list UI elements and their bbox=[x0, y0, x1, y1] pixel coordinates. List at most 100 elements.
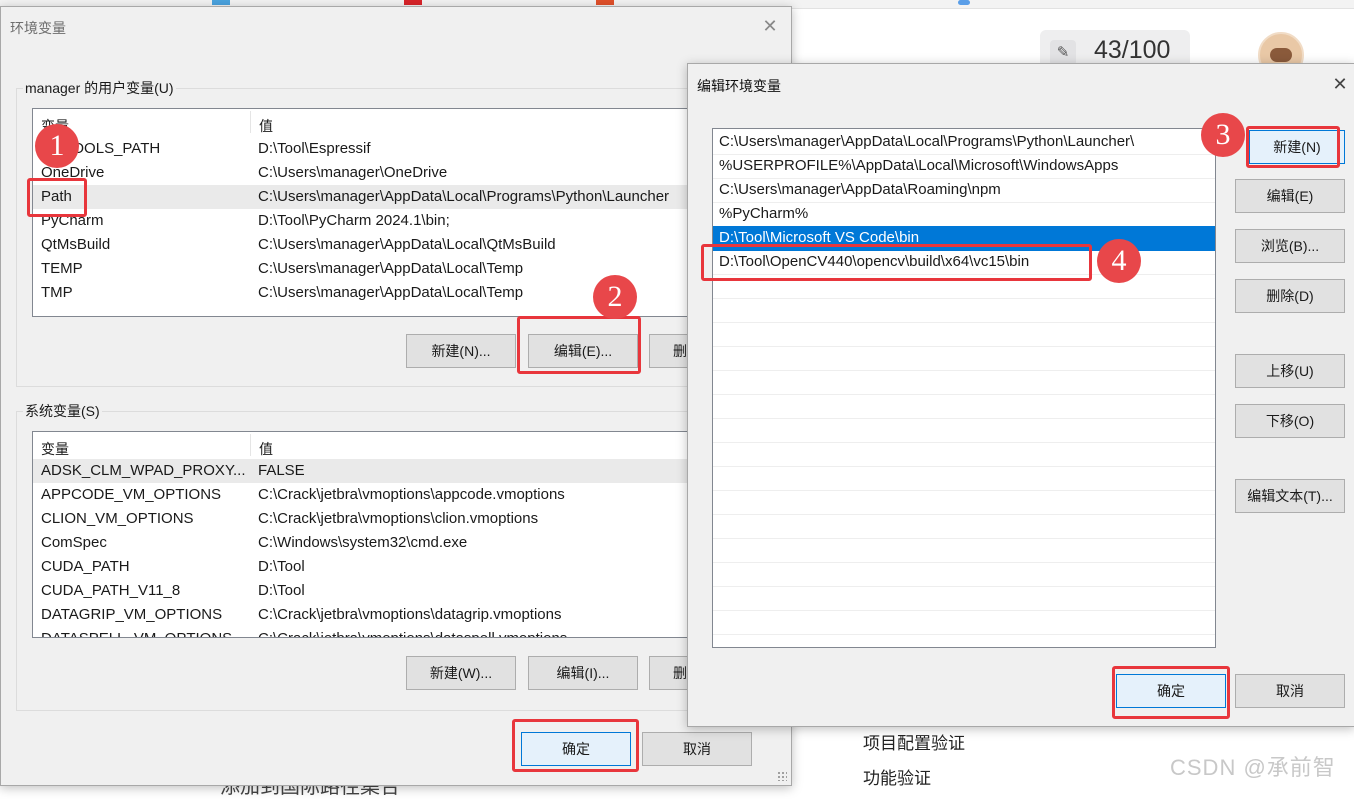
table-row[interactable]: ComSpec C:\Windows\system32\cmd.exe bbox=[33, 531, 733, 555]
watermark: CSDN @承前智 bbox=[1170, 755, 1336, 780]
variable-name: PyCharm bbox=[41, 212, 104, 229]
cancel-button[interactable]: 取消 bbox=[642, 732, 752, 766]
table-row[interactable]: ADSK_CLM_WPAD_PROXY... FALSE bbox=[33, 459, 733, 483]
column-header-value[interactable]: 值 bbox=[259, 439, 273, 459]
empty-row bbox=[713, 562, 1215, 587]
variable-value: C:\Users\manager\AppData\Local\Temp bbox=[258, 284, 524, 301]
variable-value: C:\Windows\system32\cmd.exe bbox=[258, 534, 468, 551]
tab-favicon[interactable] bbox=[404, 0, 422, 5]
variable-value: C:\Crack\jetbra\vmoptions\appcode.vmopti… bbox=[258, 486, 565, 503]
table-row[interactable]: APPCODE_VM_OPTIONS C:\Crack\jetbra\vmopt… bbox=[33, 483, 733, 507]
empty-row bbox=[713, 370, 1215, 395]
column-separator[interactable] bbox=[250, 434, 251, 456]
table-row[interactable]: DATASPELL_VM_OPTIONS C:\Crack\jetbra\vmo… bbox=[33, 627, 733, 637]
variable-name: Path bbox=[41, 188, 72, 205]
step-badge-3: 3 bbox=[1201, 113, 1245, 157]
step-badge-4: 4 bbox=[1097, 239, 1141, 283]
path-text: C:\Users\manager\AppData\Local\Programs\… bbox=[719, 133, 1135, 150]
empty-row bbox=[713, 490, 1215, 515]
empty-row bbox=[713, 418, 1215, 443]
edit-text-button[interactable]: 编辑文本(T)... bbox=[1235, 479, 1345, 513]
user-edit-button[interactable]: 编辑(E)... bbox=[528, 334, 638, 368]
step-badge-2: 2 bbox=[593, 275, 637, 319]
variable-value: D:\Tool bbox=[258, 558, 305, 575]
table-row[interactable]: PyCharm D:\Tool\PyCharm 2024.1\bin; bbox=[33, 209, 733, 233]
path-text: D:\Tool\Microsoft VS Code\bin bbox=[719, 229, 920, 246]
empty-row bbox=[713, 610, 1215, 635]
ok-button[interactable]: 确定 bbox=[1116, 674, 1226, 708]
system-edit-button[interactable]: 编辑(I)... bbox=[528, 656, 638, 690]
table-row[interactable]: CUDA_PATH D:\Tool bbox=[33, 555, 733, 579]
variable-name: QtMsBuild bbox=[41, 236, 111, 253]
variable-name: DATAGRIP_VM_OPTIONS bbox=[41, 606, 223, 623]
variable-value: C:\Crack\jetbra\vmoptions\dataspell.vmop… bbox=[258, 630, 567, 637]
table-row-path-selected[interactable]: Path C:\Users\manager\AppData\Local\Prog… bbox=[33, 185, 733, 209]
list-header: 变量 值 bbox=[33, 432, 733, 458]
window-title: 环境变量 bbox=[10, 20, 66, 36]
edit-path-button[interactable]: 编辑(E) bbox=[1235, 179, 1345, 213]
delete-path-button[interactable]: 删除(D) bbox=[1235, 279, 1345, 313]
variable-value: C:\Users\manager\AppData\Local\Temp bbox=[258, 260, 524, 277]
variable-name: ADSK_CLM_WPAD_PROXY... bbox=[41, 462, 246, 479]
resize-grip-icon[interactable] bbox=[777, 771, 787, 781]
user-variables-label: manager 的用户变量(U) bbox=[23, 78, 176, 98]
variable-name: CUDA_PATH bbox=[41, 558, 130, 575]
table-row[interactable]: OneDrive C:\Users\manager\OneDrive bbox=[33, 161, 733, 185]
system-variables-label: 系统变量(S) bbox=[23, 401, 102, 421]
variable-value: C:\Crack\jetbra\vmoptions\datagrip.vmopt… bbox=[258, 606, 562, 623]
variable-value: D:\Tool\PyCharm 2024.1\bin; bbox=[258, 212, 450, 229]
table-row[interactable]: DATAGRIP_VM_OPTIONS C:\Crack\jetbra\vmop… bbox=[33, 603, 733, 627]
empty-row bbox=[713, 298, 1215, 323]
list-item[interactable]: %PyCharm% bbox=[713, 202, 1215, 227]
empty-row bbox=[713, 394, 1215, 419]
list-item[interactable]: C:\Users\manager\AppData\Roaming\npm bbox=[713, 178, 1215, 203]
path-text: D:\Tool\OpenCV440\opencv\build\x64\vc15\… bbox=[719, 253, 1030, 270]
system-variables-list[interactable]: 变量 值 ADSK_CLM_WPAD_PROXY... FALSE APPCOD… bbox=[32, 431, 734, 638]
list-item-selected[interactable]: D:\Tool\Microsoft VS Code\bin bbox=[713, 226, 1215, 251]
close-icon[interactable]: ✕ bbox=[760, 16, 780, 36]
variable-name: DATASPELL_VM_OPTIONS bbox=[41, 630, 232, 637]
column-separator[interactable] bbox=[250, 111, 251, 133]
move-up-button[interactable]: 上移(U) bbox=[1235, 354, 1345, 388]
usage-counter: 43/100 bbox=[1094, 36, 1171, 64]
empty-row bbox=[713, 442, 1215, 467]
system-new-button[interactable]: 新建(W)... bbox=[406, 656, 516, 690]
empty-row bbox=[713, 322, 1215, 347]
nav-item-function-verify[interactable]: 功能验证 bbox=[863, 764, 931, 789]
env-variables-window: 环境变量 ✕ manager 的用户变量(U) 变量 值 EMTOOLS_PAT… bbox=[0, 6, 792, 786]
column-header-name[interactable]: 变量 bbox=[41, 439, 69, 459]
empty-row bbox=[713, 274, 1215, 299]
tab-favicon[interactable] bbox=[212, 0, 230, 5]
tab-favicon[interactable] bbox=[958, 0, 970, 5]
list-item[interactable]: C:\Users\manager\AppData\Local\Programs\… bbox=[713, 130, 1215, 155]
table-row[interactable]: TEMP C:\Users\manager\AppData\Local\Temp bbox=[33, 257, 733, 281]
path-text: C:\Users\manager\AppData\Roaming\npm bbox=[719, 181, 1001, 198]
table-row[interactable]: CLION_VM_OPTIONS C:\Crack\jetbra\vmoptio… bbox=[33, 507, 733, 531]
cancel-button[interactable]: 取消 bbox=[1235, 674, 1345, 708]
table-row[interactable]: CUDA_PATH_V11_8 D:\Tool bbox=[33, 579, 733, 603]
ok-button[interactable]: 确定 bbox=[521, 732, 631, 766]
variable-value: C:\Users\manager\AppData\Local\Programs\… bbox=[258, 188, 670, 205]
list-item[interactable]: %USERPROFILE%\AppData\Local\Microsoft\Wi… bbox=[713, 154, 1215, 179]
variable-name: TEMP bbox=[41, 260, 83, 277]
column-header-value[interactable]: 值 bbox=[259, 116, 273, 136]
path-list[interactable]: C:\Users\manager\AppData\Local\Programs\… bbox=[712, 128, 1216, 648]
user-new-button[interactable]: 新建(N)... bbox=[406, 334, 516, 368]
close-icon[interactable]: ✕ bbox=[1330, 74, 1350, 94]
variable-value: D:\Tool\Espressif bbox=[258, 140, 371, 157]
empty-row bbox=[713, 346, 1215, 371]
variable-name: TMP bbox=[41, 284, 73, 301]
new-path-button[interactable]: 新建(N) bbox=[1249, 130, 1345, 164]
empty-row bbox=[713, 586, 1215, 611]
variable-value: C:\Users\manager\AppData\Local\QtMsBuild bbox=[258, 236, 556, 253]
table-row[interactable]: EMTOOLS_PATH D:\Tool\Espressif bbox=[33, 137, 733, 161]
variable-value: C:\Users\manager\OneDrive bbox=[258, 164, 448, 181]
tab-favicon[interactable] bbox=[596, 0, 614, 5]
nav-item-project-config[interactable]: 项目配置验证 bbox=[863, 729, 965, 754]
table-row[interactable]: QtMsBuild C:\Users\manager\AppData\Local… bbox=[33, 233, 733, 257]
window-title: 编辑环境变量 bbox=[697, 78, 781, 94]
variable-value: C:\Crack\jetbra\vmoptions\clion.vmoption… bbox=[258, 510, 539, 527]
variable-name: CUDA_PATH_V11_8 bbox=[41, 582, 181, 599]
browse-button[interactable]: 浏览(B)... bbox=[1235, 229, 1345, 263]
move-down-button[interactable]: 下移(O) bbox=[1235, 404, 1345, 438]
